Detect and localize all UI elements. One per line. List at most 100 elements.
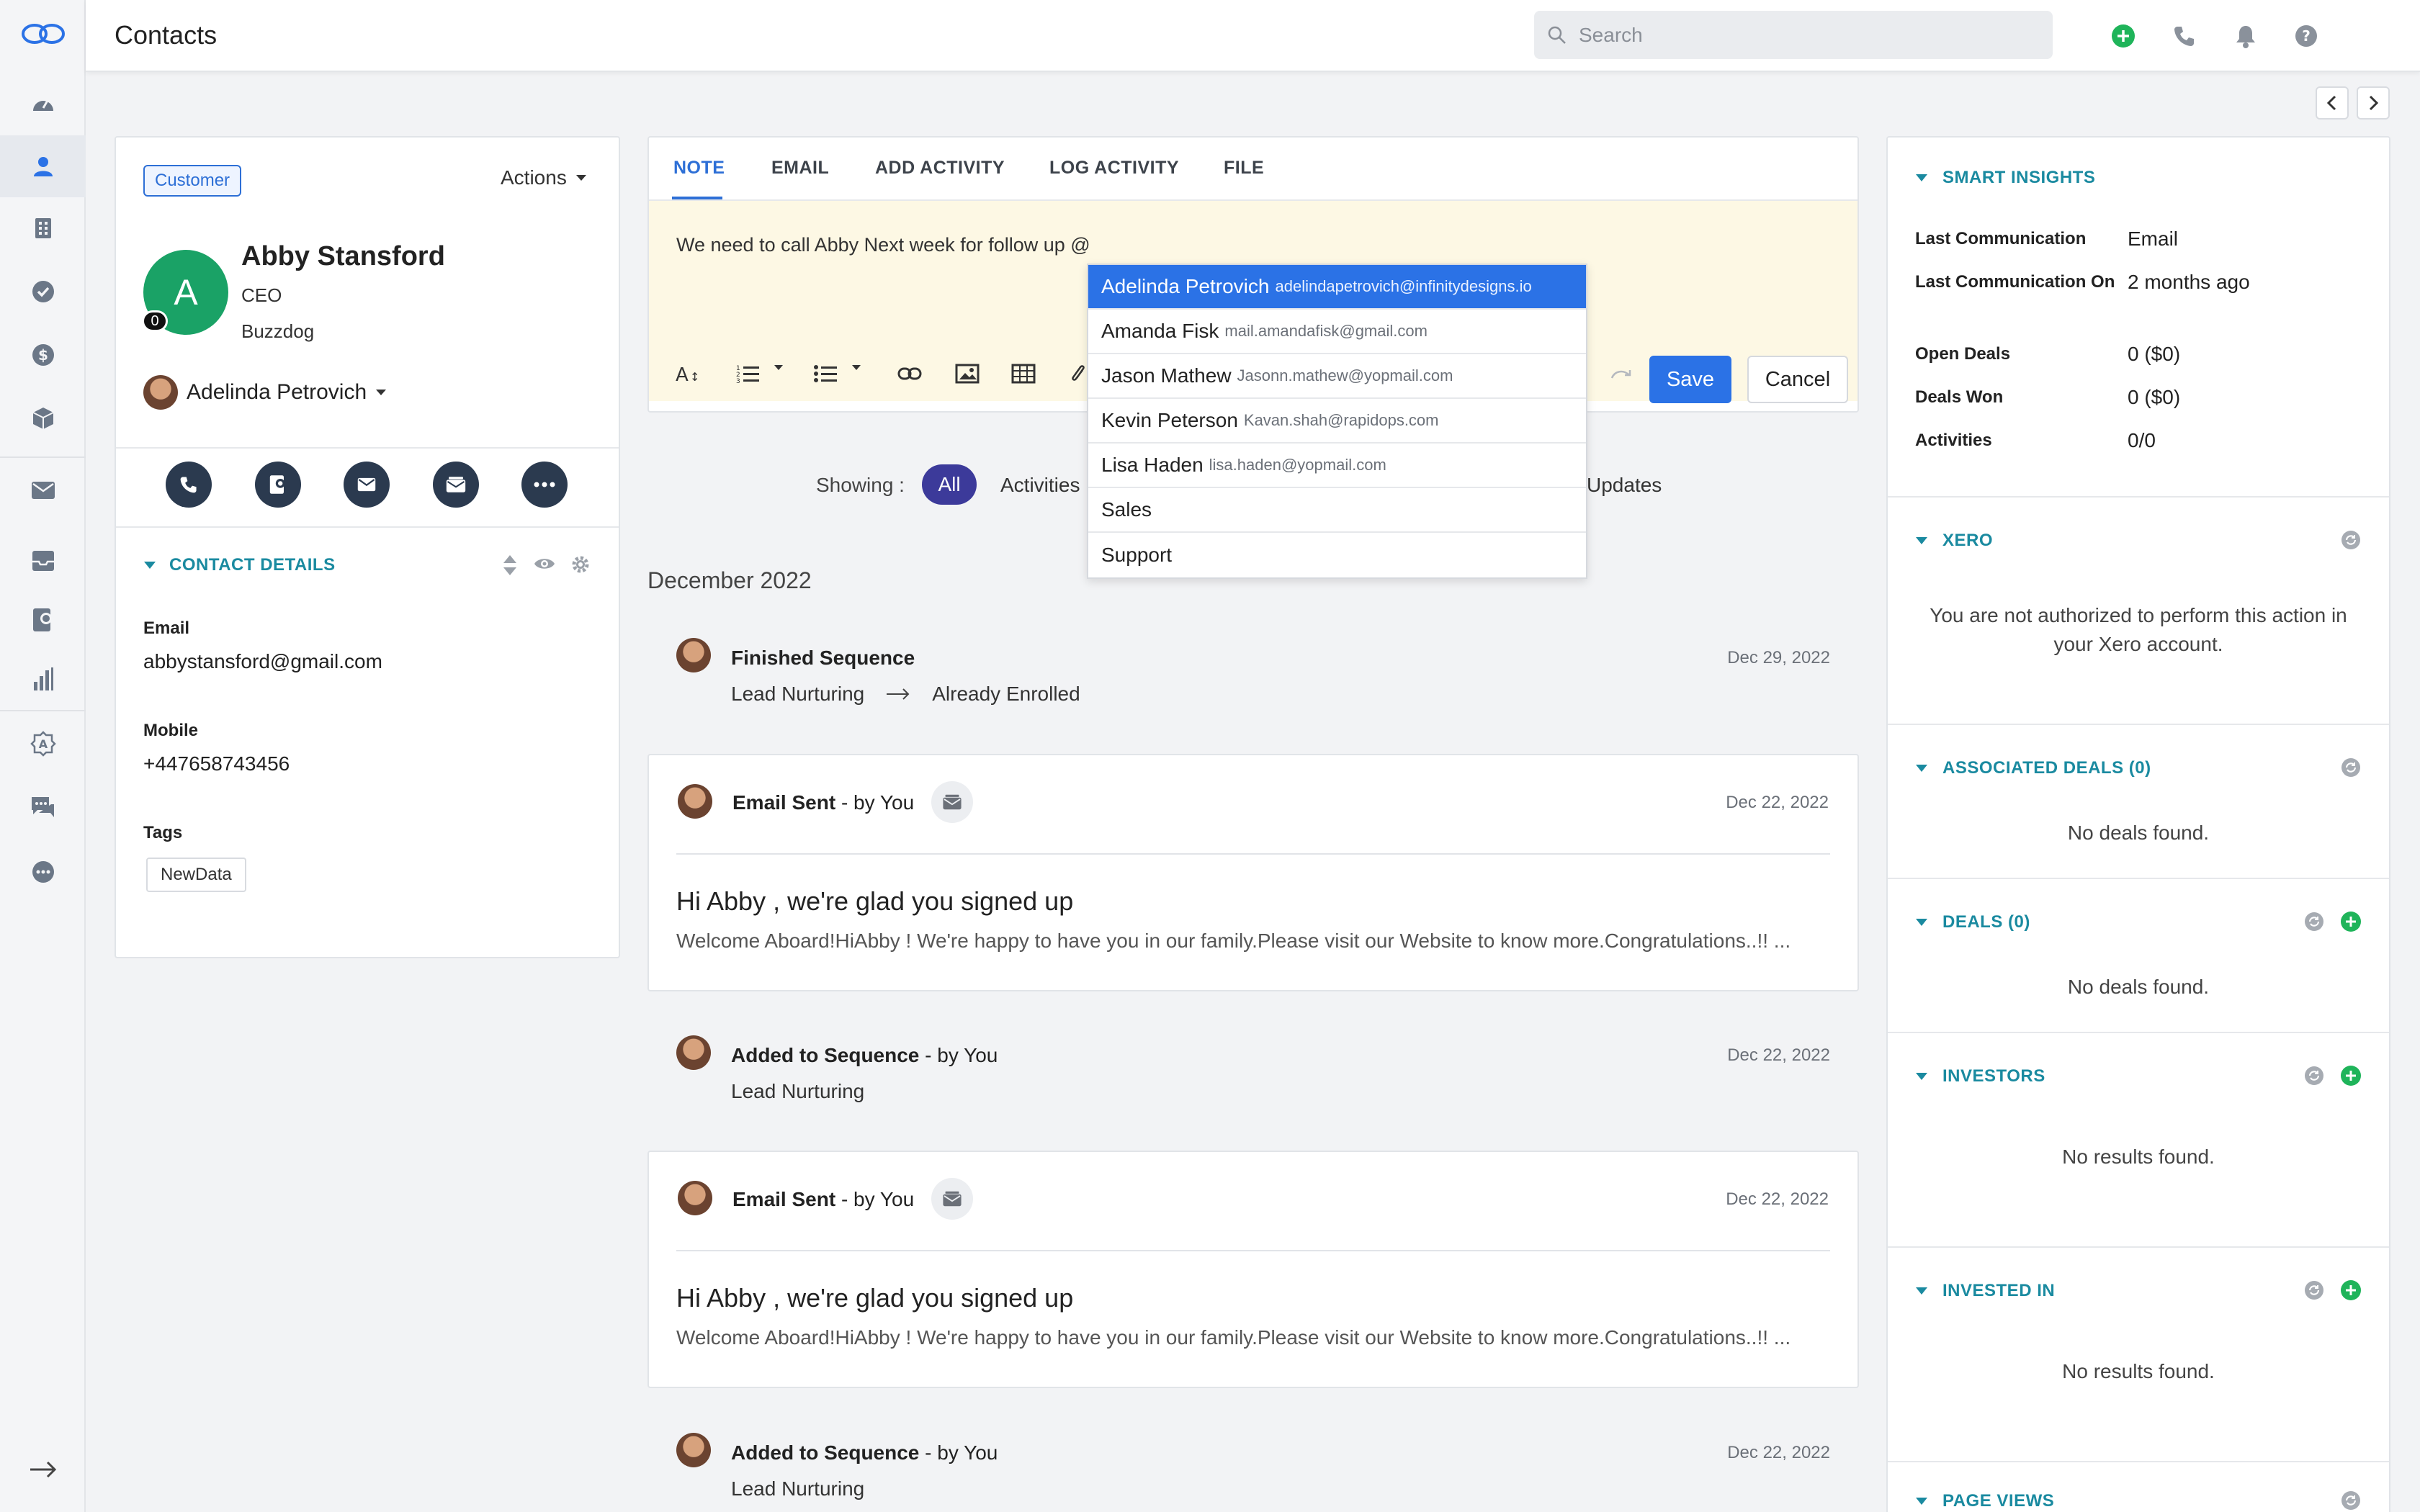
timeline-item: Finished Sequence Dec 29, 2022 Lead Nurt… (647, 626, 1859, 727)
filter-updates[interactable]: Updates (1587, 474, 1662, 497)
email-value[interactable]: abbystansford@gmail.com (143, 650, 382, 673)
products-icon[interactable] (0, 387, 86, 449)
tab-note[interactable]: NOTE (673, 158, 725, 179)
arrow-right-icon (886, 688, 910, 701)
xero-toggle[interactable]: XERO (1915, 531, 1993, 551)
search-input[interactable] (1579, 23, 2011, 47)
refresh-icon[interactable] (2340, 757, 2362, 778)
gear-icon[interactable] (570, 554, 591, 575)
bell-icon[interactable] (2231, 21, 2261, 51)
refresh-icon[interactable] (2340, 1490, 2362, 1511)
contact-details-toggle[interactable]: CONTACT DETAILS (143, 555, 336, 575)
invested-in-toggle[interactable]: INVESTED IN (1915, 1281, 2055, 1301)
owner-selector[interactable]: Adelinda Petrovich (143, 375, 387, 410)
note-text[interactable]: We need to call Abby Next week for follo… (676, 234, 1090, 256)
phone-icon[interactable] (2169, 21, 2200, 51)
tag-chip[interactable]: NewData (146, 858, 246, 892)
eye-icon[interactable] (534, 555, 555, 572)
redo-icon[interactable] (1607, 359, 1636, 388)
tab-add-activity[interactable]: ADD ACTIVITY (875, 158, 1005, 179)
reports-icon[interactable] (0, 648, 86, 710)
add-icon[interactable] (2340, 1065, 2362, 1086)
associated-deals-section: ASSOCIATED DEALS (0) No deals found. (1888, 725, 2389, 879)
call-button[interactable] (166, 462, 212, 508)
xero-header: XERO (1942, 531, 1994, 550)
actions-dropdown[interactable]: Actions (501, 166, 587, 189)
investors-header: INVESTORS (1942, 1066, 2045, 1086)
smart-insights-toggle[interactable]: SMART INSIGHTS (1915, 168, 2095, 188)
contact-details-header: CONTACT DETAILS (169, 555, 336, 575)
refresh-icon[interactable] (2303, 1065, 2325, 1086)
add-icon[interactable] (2340, 1279, 2362, 1301)
help-icon[interactable]: ? (2291, 21, 2321, 51)
email-sent-icon (931, 781, 973, 823)
invested-in-section: INVESTED IN No results found. (1888, 1248, 2389, 1462)
tasks-icon[interactable] (0, 261, 86, 323)
contacts-icon[interactable] (0, 135, 86, 197)
timeline-email-card[interactable]: Email Sent - by You Dec 22, 2022 Hi Abby… (647, 754, 1859, 991)
xero-section: XERO You are not authorized to perform t… (1888, 498, 2389, 725)
marketplace-icon[interactable]: A (0, 713, 86, 775)
timeline-avatar (676, 638, 711, 672)
refresh-icon[interactable] (2340, 529, 2362, 551)
email-button[interactable] (344, 462, 390, 508)
email-icon[interactable] (0, 459, 86, 521)
add-icon[interactable] (2108, 21, 2138, 51)
mention-option[interactable]: Sales (1088, 488, 1586, 533)
logo-icon[interactable] (0, 3, 86, 65)
dashboard-icon[interactable] (0, 72, 86, 134)
mention-option[interactable]: Jason Mathew Jasonn.mathew@yopmail.com (1088, 354, 1586, 399)
prev-record-button[interactable] (2316, 86, 2349, 120)
owner-avatar (143, 375, 178, 410)
timeline-email-card[interactable]: Email Sent - by You Dec 22, 2022 Hi Abby… (647, 1151, 1859, 1388)
filter-activities[interactable]: Activities (1000, 474, 1080, 497)
companies-icon[interactable] (0, 197, 86, 259)
associated-deals-toggle[interactable]: ASSOCIATED DEALS (0) (1915, 758, 2151, 778)
deals-icon[interactable]: $ (0, 324, 86, 386)
bulk-email-button[interactable] (433, 462, 479, 508)
investors-toggle[interactable]: INVESTORS (1915, 1066, 2045, 1086)
owner-name: Adelinda Petrovich (187, 380, 367, 404)
bullet-list-icon[interactable] (812, 359, 841, 388)
more-actions-button[interactable] (521, 462, 568, 508)
refresh-icon[interactable] (2303, 1279, 2325, 1301)
mention-option[interactable]: Amanda Fisk mail.amandafisk@gmail.com (1088, 310, 1586, 354)
mention-option[interactable]: Lisa Haden lisa.haden@yopmail.com (1088, 444, 1586, 488)
search-box[interactable] (1534, 11, 2053, 59)
sequences-icon[interactable] (0, 589, 86, 651)
image-icon[interactable] (953, 359, 982, 388)
more-icon[interactable] (0, 841, 86, 903)
add-icon[interactable] (2340, 911, 2362, 932)
cancel-button[interactable]: Cancel (1747, 356, 1848, 403)
save-button[interactable]: Save (1649, 356, 1731, 403)
mention-option[interactable]: Support (1088, 533, 1586, 577)
tab-log-activity[interactable]: LOG ACTIVITY (1049, 158, 1179, 179)
table-icon[interactable] (1009, 359, 1038, 388)
page-views-toggle[interactable]: PAGE VIEWS (1915, 1491, 2054, 1511)
invested-in-header: INVESTED IN (1942, 1281, 2056, 1300)
inbox-icon[interactable] (0, 530, 86, 592)
mobile-value[interactable]: +447658743456 (143, 752, 290, 775)
timeline-item: Added to Sequence - by You Dec 22, 2022 … (647, 1022, 1859, 1130)
insight-value: 0 ($0) (2128, 343, 2181, 365)
ordered-list-icon[interactable]: 123 (734, 359, 763, 388)
tab-email[interactable]: EMAIL (771, 158, 829, 179)
refresh-icon[interactable] (2303, 911, 2325, 932)
collapse-arrow-icon[interactable] (0, 1439, 86, 1500)
tab-file[interactable]: FILE (1224, 158, 1264, 179)
next-record-button[interactable] (2357, 86, 2390, 120)
mention-option[interactable]: Kevin Peterson Kavan.shah@rapidops.com (1088, 399, 1586, 444)
filter-all-pill[interactable]: All (922, 464, 977, 505)
deals-toggle[interactable]: DEALS (0) (1915, 912, 2030, 932)
bullet-list-caret-icon[interactable] (842, 354, 871, 382)
contact-company[interactable]: Buzzdog (241, 320, 314, 343)
ordered-list-caret-icon[interactable] (764, 354, 793, 382)
email-subject[interactable]: Hi Abby , we're glad you signed up (676, 1283, 1073, 1313)
sequence-button[interactable] (255, 462, 301, 508)
mention-option[interactable]: Adelinda Petrovich adelindapetrovich@infi… (1088, 265, 1586, 310)
link-icon[interactable] (895, 359, 924, 388)
chat-icon[interactable] (0, 776, 86, 838)
sort-icon[interactable] (502, 554, 518, 577)
email-subject[interactable]: Hi Abby , we're glad you signed up (676, 886, 1073, 917)
text-size-icon[interactable]: A ↕ (673, 359, 702, 388)
